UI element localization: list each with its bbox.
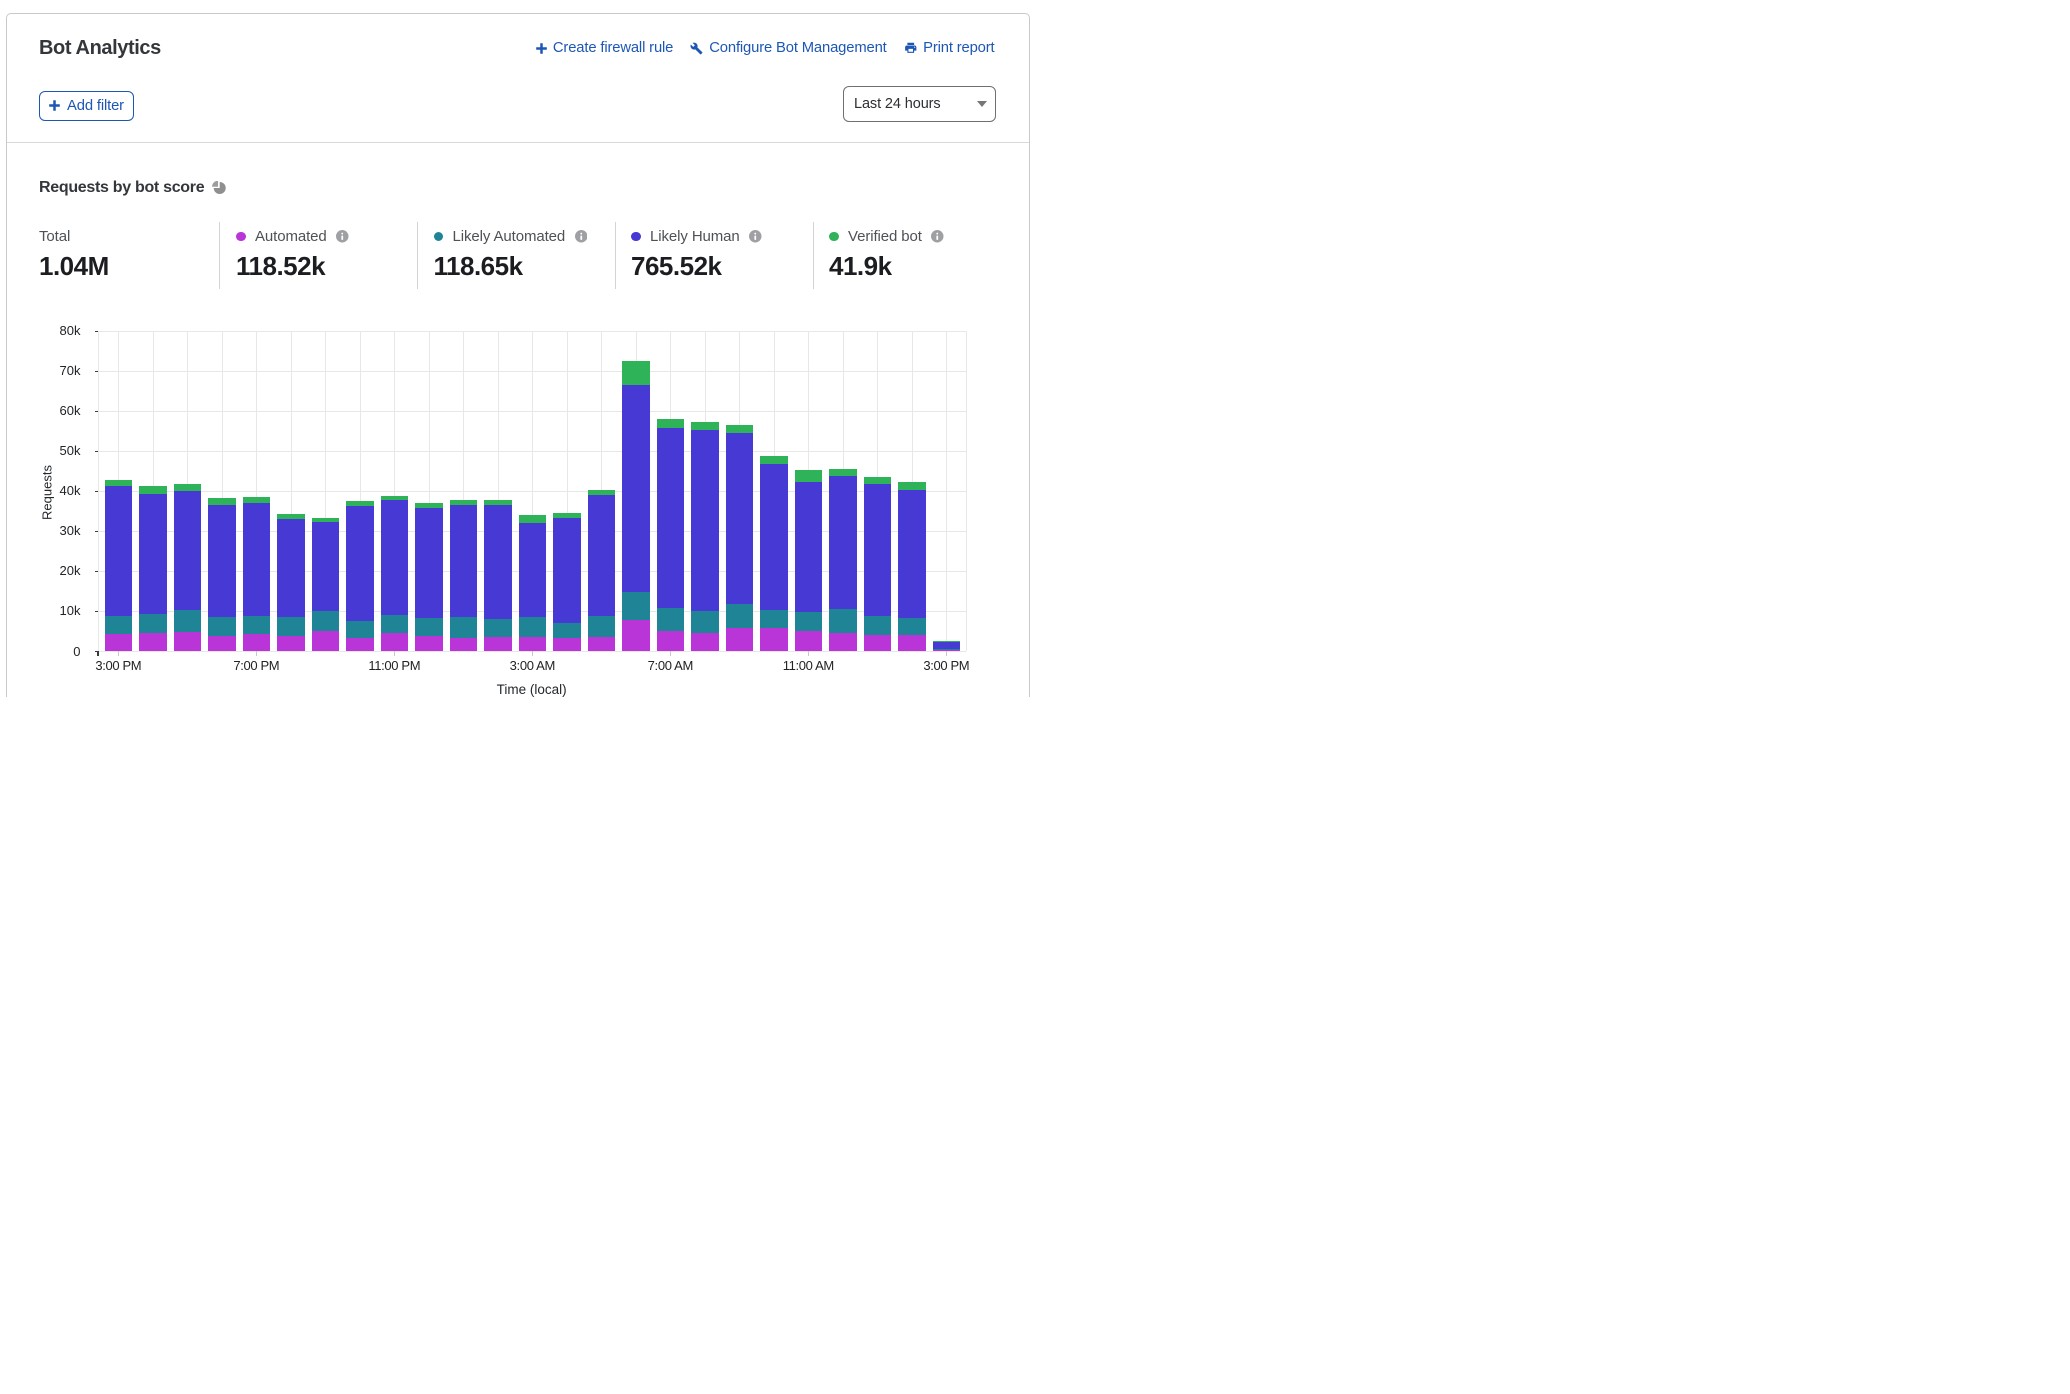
- stat-separator: [813, 222, 814, 289]
- stat-value: 41.9k: [829, 251, 944, 282]
- stat-label: Automated: [255, 228, 327, 245]
- stat-value: 1.04M: [39, 251, 109, 282]
- stat-label: Likely Human: [650, 228, 740, 245]
- time-range-select[interactable]: Last 24 hours: [843, 86, 996, 122]
- stat-likely-human: Likely Human 765.52k: [631, 226, 762, 282]
- printer-icon: [904, 41, 918, 55]
- action-label: Create firewall rule: [553, 40, 673, 56]
- bot-analytics-page: Bot Analytics Create firewall rule Confi…: [0, 0, 1035, 697]
- stat-value: 118.52k: [236, 251, 349, 282]
- action-label: Print report: [923, 40, 994, 56]
- add-filter-button[interactable]: Add filter: [39, 91, 134, 121]
- configure-bot-management-link[interactable]: Configure Bot Management: [690, 40, 886, 56]
- stat-total: Total 1.04M: [39, 226, 109, 282]
- time-range-value: Last 24 hours: [854, 96, 941, 112]
- stat-automated: Automated 118.52k: [236, 226, 349, 282]
- stat-separator: [417, 222, 418, 289]
- stat-value: 118.65k: [434, 251, 588, 282]
- section-title-text: Requests by bot score: [39, 179, 204, 197]
- legend-dot: [434, 232, 444, 242]
- wrench-icon: [690, 42, 703, 55]
- stat-verified-bot: Verified bot 41.9k: [829, 226, 944, 282]
- plus-icon: [536, 43, 547, 54]
- stat-value: 765.52k: [631, 251, 762, 282]
- print-report-link[interactable]: Print report: [904, 40, 995, 56]
- stat-separator: [615, 222, 616, 289]
- stat-separator: [219, 222, 220, 289]
- stat-label: Total: [39, 228, 70, 245]
- plus-icon: [49, 100, 60, 111]
- legend-dot: [829, 232, 839, 242]
- section-divider: [7, 142, 1029, 143]
- info-icon[interactable]: [336, 230, 349, 243]
- header-actions: Create firewall rule Configure Bot Manag…: [536, 39, 995, 57]
- stat-label: Likely Automated: [453, 228, 566, 245]
- action-label: Configure Bot Management: [709, 40, 886, 56]
- legend-dot: [631, 232, 641, 242]
- create-firewall-rule-link[interactable]: Create firewall rule: [536, 40, 673, 56]
- pie-chart-icon: [211, 181, 226, 196]
- info-icon[interactable]: [749, 230, 762, 243]
- legend-dot: [236, 232, 246, 242]
- section-title: Requests by bot score: [39, 179, 226, 197]
- info-icon[interactable]: [575, 230, 588, 243]
- stat-likely-automated: Likely Automated 118.65k: [434, 226, 588, 282]
- stat-label: Verified bot: [848, 228, 922, 245]
- page-title: Bot Analytics: [39, 37, 161, 60]
- info-icon[interactable]: [931, 230, 944, 243]
- chevron-down-icon: [977, 101, 987, 107]
- add-filter-label: Add filter: [67, 98, 124, 114]
